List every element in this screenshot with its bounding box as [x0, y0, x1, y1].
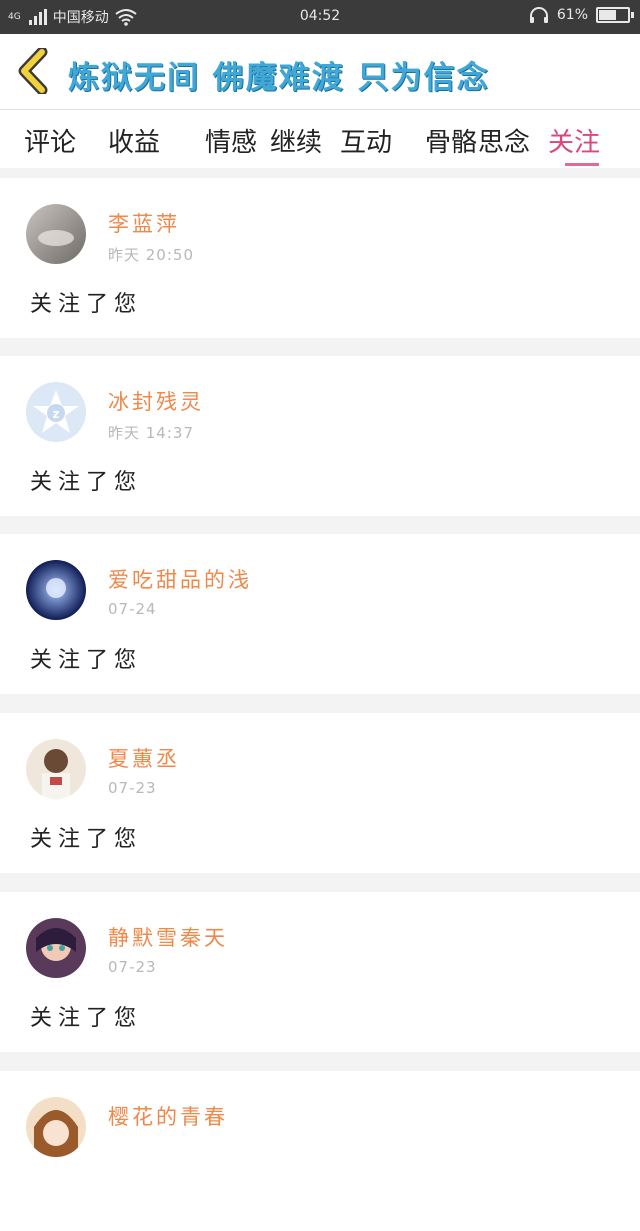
notification-time: 昨天 20:50	[108, 246, 194, 264]
user-name[interactable]: 爱吃甜品的浅	[108, 564, 252, 594]
tab-miss[interactable]: 思念	[478, 122, 530, 159]
list-item[interactable]: 李蓝萍 昨天 20:50 关注了您	[0, 178, 640, 338]
notification-text: 关注了您	[30, 1006, 143, 1031]
active-tab-underline	[565, 163, 599, 166]
notification-time: 07-23	[108, 958, 157, 976]
chevron-left-icon	[18, 46, 48, 96]
notification-time: 昨天 14:37	[108, 424, 194, 442]
avatar[interactable]	[26, 560, 86, 620]
tab-bones[interactable]: 骨骼	[425, 122, 477, 159]
list-item[interactable]: 静默雪秦天 07-23 关注了您	[0, 892, 640, 1052]
user-name[interactable]: 静默雪秦天	[108, 922, 228, 952]
battery-icon	[596, 7, 634, 23]
list-item[interactable]: 夏蕙丞 07-23 关注了您	[0, 713, 640, 873]
headphone-icon	[529, 7, 548, 23]
notification-text: 关注了您	[30, 470, 143, 495]
avatar[interactable]	[26, 204, 86, 264]
list-item[interactable]: 樱花的青春	[0, 1071, 640, 1231]
top-bar: 炼狱无间 佛魔难渡 只为信念	[0, 34, 640, 110]
list-item[interactable]: 爱吃甜品的浅 07-24 关注了您	[0, 534, 640, 694]
avatar[interactable]	[26, 1097, 86, 1157]
svg-text:z: z	[53, 407, 60, 421]
avatar[interactable]: z	[26, 382, 86, 442]
user-name[interactable]: 冰封残灵	[108, 386, 204, 416]
notification-text: 关注了您	[30, 648, 143, 673]
user-name[interactable]: 樱花的青春	[108, 1101, 228, 1131]
tab-follow[interactable]: 关注	[548, 122, 600, 159]
notification-time: 07-23	[108, 779, 157, 797]
list-item[interactable]: z 冰封残灵 昨天 14:37 关注了您	[0, 356, 640, 516]
tab-continue[interactable]: 继续	[270, 122, 322, 159]
notification-text: 关注了您	[30, 827, 143, 852]
battery-percent: 61%	[556, 7, 588, 23]
user-name[interactable]: 李蓝萍	[108, 208, 180, 238]
tab-comments[interactable]: 评论	[24, 122, 76, 159]
tab-emotion[interactable]: 情感	[205, 122, 257, 159]
notification-text: 关注了您	[30, 292, 143, 317]
back-button[interactable]	[14, 46, 54, 96]
status-bar: 4G 中国移动 04:52 61%	[0, 0, 640, 34]
tab-interact[interactable]: 互动	[340, 122, 392, 159]
tab-bar: 评论 收益 情感 继续 互动 骨骼 思念 关注	[0, 110, 640, 168]
tab-income[interactable]: 收益	[108, 122, 160, 159]
avatar[interactable]	[26, 918, 86, 978]
battery-fill	[599, 10, 617, 20]
page-title: 炼狱无间 佛魔难渡 只为信念	[68, 60, 490, 96]
notification-time: 07-24	[108, 600, 157, 618]
avatar[interactable]	[26, 739, 86, 799]
user-name[interactable]: 夏蕙丞	[108, 743, 180, 773]
